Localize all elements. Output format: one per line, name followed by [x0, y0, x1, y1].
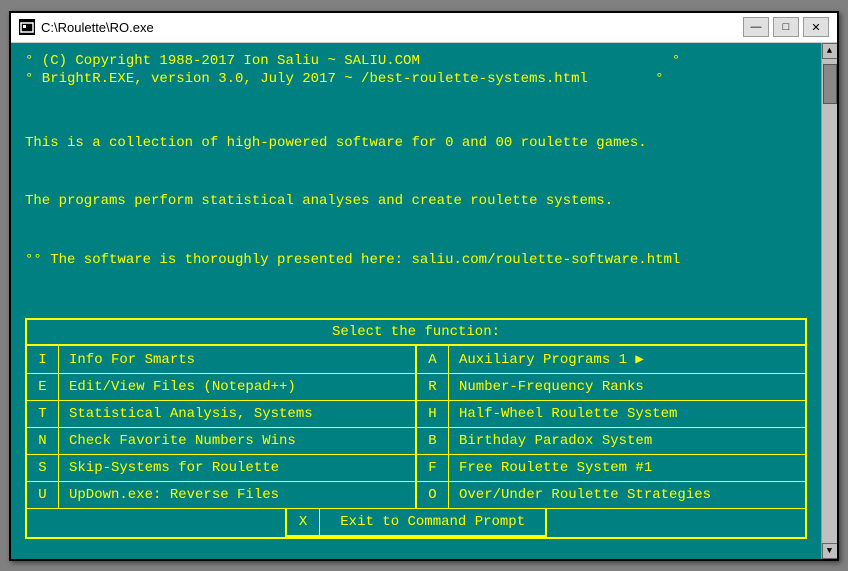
title-controls: — □ ✕ — [743, 17, 829, 37]
menu-label-left-2[interactable]: Statistical Analysis, Systems — [59, 401, 415, 427]
menu-right-0: A Auxiliary Programs 1 ▶ — [417, 346, 805, 373]
menu-row-5: U UpDown.exe: Reverse Files O Over/Under… — [27, 482, 805, 508]
menu-right-4: F Free Roulette System #1 — [417, 455, 805, 481]
menu-right-5: O Over/Under Roulette Strategies — [417, 482, 805, 508]
close-button[interactable]: ✕ — [803, 17, 829, 37]
menu-row-4: S Skip-Systems for Roulette F Free Roule… — [27, 455, 805, 482]
menu-title-row: Select the function: — [27, 320, 805, 346]
main-window: C:\Roulette\RO.exe — □ ✕ ° (C) Copyright… — [9, 11, 839, 561]
menu-key-left-5[interactable]: U — [27, 482, 59, 508]
menu-left-4: S Skip-Systems for Roulette — [27, 455, 417, 481]
menu-label-right-3[interactable]: Birthday Paradox System — [449, 428, 805, 454]
menu-row-1: E Edit/View Files (Notepad++) R Number-F… — [27, 374, 805, 401]
window-icon — [19, 19, 35, 35]
menu-rows-container: I Info For Smarts A Auxiliary Programs 1… — [27, 346, 805, 508]
menu-label-left-5[interactable]: UpDown.exe: Reverse Files — [59, 482, 415, 508]
content-area: ° (C) Copyright 1988-2017 Ion Saliu ~ SA… — [11, 43, 837, 559]
menu-key-left-4[interactable]: S — [27, 455, 59, 481]
exit-row: X Exit to Command Prompt — [27, 508, 805, 537]
header-line-2: ° BrightR.EXE, version 3.0, July 2017 ~ … — [25, 71, 807, 87]
menu-box: Select the function: I Info For Smarts A… — [25, 318, 807, 539]
menu-label-right-0[interactable]: Auxiliary Programs 1 ▶ — [449, 346, 805, 373]
menu-label-left-4[interactable]: Skip-Systems for Roulette — [59, 455, 415, 481]
title-bar-left: C:\Roulette\RO.exe — [19, 19, 154, 35]
scroll-down-button[interactable]: ▼ — [822, 543, 838, 559]
menu-key-right-3[interactable]: B — [417, 428, 449, 454]
scrollbar-thumb[interactable] — [823, 64, 837, 104]
menu-label-right-1[interactable]: Number-Frequency Ranks — [449, 374, 805, 400]
menu-label-right-5[interactable]: Over/Under Roulette Strategies — [449, 482, 805, 508]
menu-label-left-1[interactable]: Edit/View Files (Notepad++) — [59, 374, 415, 400]
menu-right-2: H Half-Wheel Roulette System — [417, 401, 805, 427]
menu-row-0: I Info For Smarts A Auxiliary Programs 1… — [27, 346, 805, 374]
menu-label-right-4[interactable]: Free Roulette System #1 — [449, 455, 805, 481]
menu-key-right-4[interactable]: F — [417, 455, 449, 481]
maximize-button[interactable]: □ — [773, 17, 799, 37]
menu-label-right-2[interactable]: Half-Wheel Roulette System — [449, 401, 805, 427]
exit-key[interactable]: X — [287, 509, 320, 535]
menu-label-left-0[interactable]: Info For Smarts — [59, 346, 415, 373]
menu-key-right-0[interactable]: A — [417, 346, 449, 373]
scrollbar[interactable]: ▲ ▼ — [821, 43, 837, 559]
menu-left-5: U UpDown.exe: Reverse Files — [27, 482, 417, 508]
exit-label[interactable]: Exit to Command Prompt — [320, 509, 545, 535]
minimize-button[interactable]: — — [743, 17, 769, 37]
menu-key-right-1[interactable]: R — [417, 374, 449, 400]
menu-left-2: T Statistical Analysis, Systems — [27, 401, 417, 427]
menu-label-left-3[interactable]: Check Favorite Numbers Wins — [59, 428, 415, 454]
terminal-area: ° (C) Copyright 1988-2017 Ion Saliu ~ SA… — [11, 43, 821, 559]
header-line-1: ° (C) Copyright 1988-2017 Ion Saliu ~ SA… — [25, 53, 807, 69]
scroll-up-button[interactable]: ▲ — [822, 43, 838, 59]
scrollbar-track[interactable] — [822, 59, 837, 543]
menu-title-text: Select the function: — [332, 324, 500, 340]
desc-line-2: The programs perform statistical analyse… — [25, 192, 807, 212]
window-title: C:\Roulette\RO.exe — [41, 20, 154, 35]
exit-box: X Exit to Command Prompt — [285, 509, 547, 537]
description-block: This is a collection of high-powered sof… — [25, 95, 807, 311]
desc-line-3: °° The software is thoroughly presented … — [25, 251, 807, 271]
menu-left-3: N Check Favorite Numbers Wins — [27, 428, 417, 454]
menu-key-right-5[interactable]: O — [417, 482, 449, 508]
menu-key-left-1[interactable]: E — [27, 374, 59, 400]
menu-key-right-2[interactable]: H — [417, 401, 449, 427]
menu-left-1: E Edit/View Files (Notepad++) — [27, 374, 417, 400]
menu-row-3: N Check Favorite Numbers Wins B Birthday… — [27, 428, 805, 455]
menu-right-1: R Number-Frequency Ranks — [417, 374, 805, 400]
menu-key-left-3[interactable]: N — [27, 428, 59, 454]
menu-left-0: I Info For Smarts — [27, 346, 417, 373]
menu-key-left-0[interactable]: I — [27, 346, 59, 373]
menu-key-left-2[interactable]: T — [27, 401, 59, 427]
menu-right-3: B Birthday Paradox System — [417, 428, 805, 454]
menu-row-2: T Statistical Analysis, Systems H Half-W… — [27, 401, 805, 428]
desc-line-1: This is a collection of high-powered sof… — [25, 134, 807, 154]
title-bar: C:\Roulette\RO.exe — □ ✕ — [11, 13, 837, 43]
